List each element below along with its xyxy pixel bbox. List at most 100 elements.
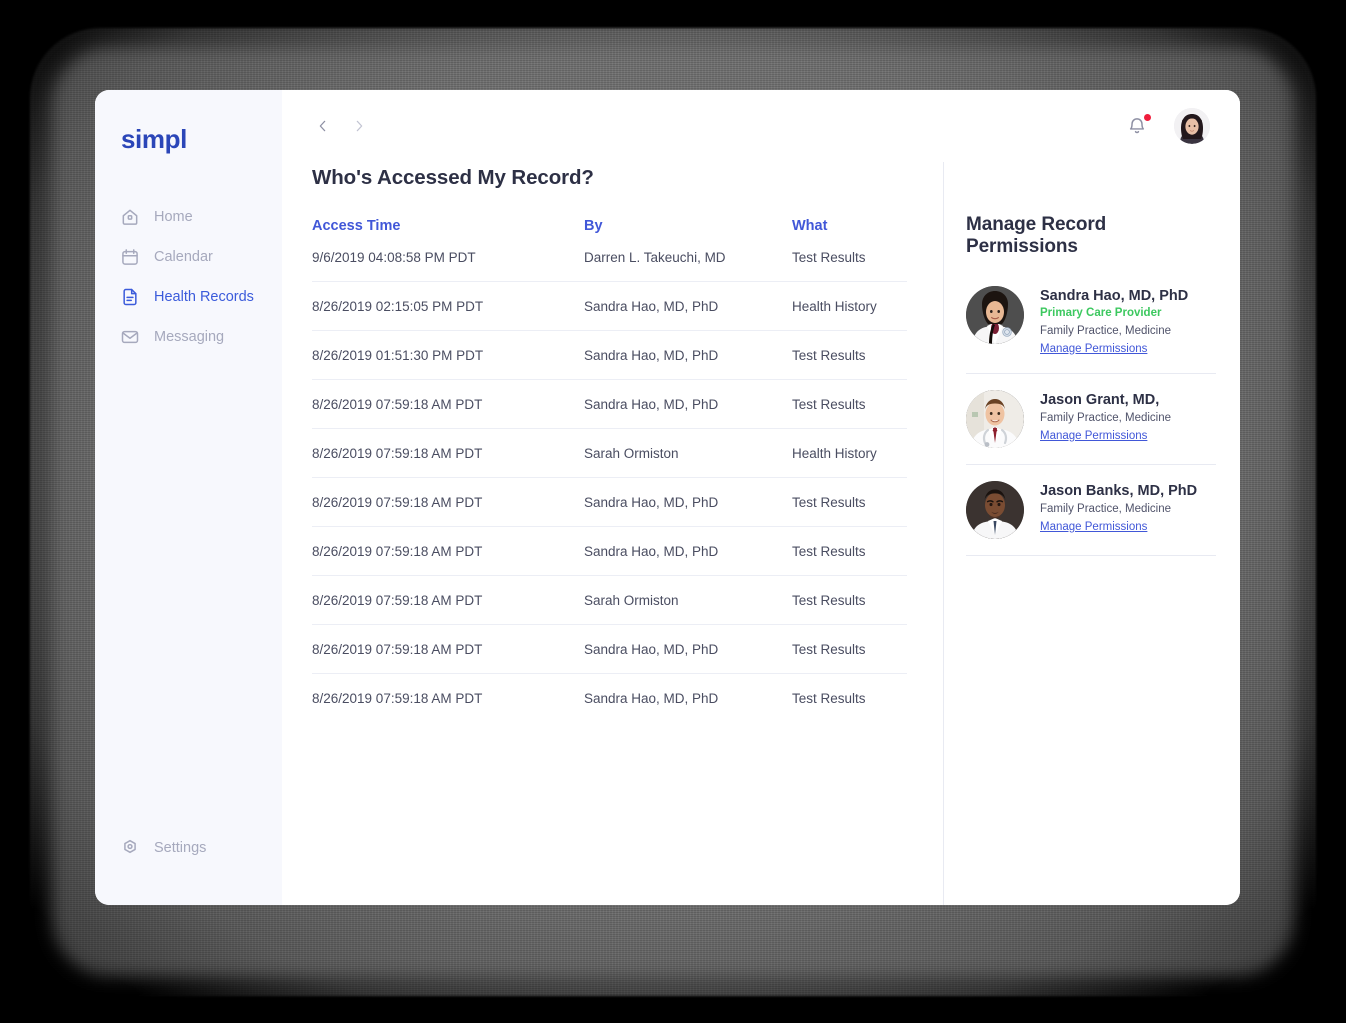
manage-permissions-link[interactable]: Manage Permissions [1040, 343, 1147, 355]
manage-permissions-link[interactable]: Manage Permissions [1040, 430, 1147, 442]
cell-access-time: 8/26/2019 07:59:18 AM PDT [312, 379, 584, 429]
cell-by: Sandra Hao, MD, PhD [584, 281, 792, 331]
provider-item: Sandra Hao, MD, PhD Primary Care Provider… [966, 270, 1216, 374]
top-bar-actions [1126, 108, 1210, 144]
cell-what: Health History [792, 428, 907, 478]
provider-item: Jason Grant, MD, Family Practice, Medicin… [966, 374, 1216, 465]
cell-access-time: 8/26/2019 07:59:18 AM PDT [312, 526, 584, 576]
table-row[interactable]: 8/26/2019 07:59:18 AM PDT Sarah Ormiston H… [312, 428, 907, 478]
cell-access-time: 8/26/2019 07:59:18 AM PDT [312, 477, 584, 527]
provider-info: Sandra Hao, MD, PhD Primary Care Provider… [1040, 286, 1188, 357]
provider-name: Jason Grant, MD, [1040, 391, 1160, 408]
provider-info: Jason Banks, MD, PhD Family Practice, Med… [1040, 481, 1197, 539]
app-window: simpl Home Calendar Health Records Messa… [95, 90, 1240, 905]
provider-name: Jason Banks, MD, PhD [1040, 482, 1198, 499]
cell-what: Test Results [792, 526, 907, 576]
sidebar-item-label: Settings [154, 840, 207, 856]
cell-access-time: 8/26/2019 07:59:18 AM PDT [312, 624, 584, 674]
table-header: Access Time By What [312, 218, 907, 250]
table-row[interactable]: 8/26/2019 07:59:18 AM PDT Sandra Hao, MD,… [312, 379, 907, 429]
provider-specialty: Family Practice, Medicine [1040, 502, 1172, 515]
table-row[interactable]: 8/26/2019 01:51:30 PM PDT Sandra Hao, MD,… [312, 330, 907, 380]
gear-icon [120, 838, 140, 858]
access-log-panel: Who's Accessed My Record? Access Time By… [282, 162, 943, 905]
envelope-icon [120, 327, 140, 347]
sidebar-item-home[interactable]: Home [95, 197, 282, 237]
table-row[interactable]: 8/26/2019 07:59:18 AM PDT Sarah Ormiston T… [312, 575, 907, 625]
sidebar: simpl Home Calendar Health Records Messa… [95, 90, 282, 905]
manage-permissions-panel: Manage Record Permissions Sandra Hao, MD… [943, 162, 1240, 905]
provider-name: Sandra Hao, MD, PhD [1040, 288, 1189, 304]
cell-by: Sarah Ormiston [584, 575, 792, 625]
notification-dot [1144, 114, 1151, 121]
sidebar-item-health-records[interactable]: Health Records [95, 277, 282, 317]
sidebar-nav: Home Calendar Health Records Messaging [95, 197, 282, 357]
provider-specialty: Family Practice, Medicine [1040, 411, 1172, 424]
sidebar-footer: Settings [95, 828, 282, 868]
sidebar-item-label: Home [154, 209, 193, 225]
sidebar-item-calendar[interactable]: Calendar [95, 237, 282, 277]
provider-info: Jason Grant, MD, Family Practice, Medicin… [1040, 390, 1171, 448]
table-body: 9/6/2019 04:08:58 PM PDT Darren L. Takeuc… [312, 250, 907, 722]
cell-by: Sandra Hao, MD, PhD [584, 477, 792, 527]
cell-by: Darren L. Takeuchi, MD [584, 250, 726, 265]
cell-by: Sandra Hao, MD, PhD [584, 526, 792, 576]
provider-item: Jason Banks, MD, PhD Family Practice, Med… [966, 465, 1216, 556]
cell-what: Test Results [792, 673, 907, 722]
cell-what: Test Results [792, 250, 866, 265]
cell-access-time: 8/26/2019 07:59:18 AM PDT [312, 575, 584, 625]
cell-access-time: 8/26/2019 07:59:18 AM PDT [312, 428, 584, 478]
column-header-by[interactable]: By [584, 218, 792, 250]
screen: simpl Home Calendar Health Records Messa… [0, 0, 1346, 1023]
provider-photo-jason-banks [966, 480, 1024, 539]
sidebar-item-settings[interactable]: Settings [95, 828, 282, 868]
sidebar-item-label: Calendar [154, 249, 213, 265]
sidebar-item-messaging[interactable]: Messaging [95, 317, 282, 357]
content-row: Who's Accessed My Record? Access Time By… [282, 162, 1240, 905]
document-icon [120, 287, 140, 307]
column-header-access-time[interactable]: Access Time [312, 218, 584, 250]
table-row[interactable]: 8/26/2019 07:59:18 AM PDT Sandra Hao, MD,… [312, 526, 907, 576]
table-row[interactable]: 8/26/2019 07:59:18 AM PDT Sandra Hao, MD,… [312, 624, 907, 674]
page-title: Who's Accessed My Record? [312, 166, 594, 189]
provider-specialty: Family Practice, Medicine [1040, 324, 1172, 337]
cell-what: Test Results [792, 477, 907, 527]
cell-by: Sandra Hao, MD, PhD [584, 673, 792, 722]
chevron-left-icon[interactable] [312, 115, 334, 137]
table-row[interactable]: 8/26/2019 02:15:05 PM PDT Sandra Hao, MD,… [312, 281, 907, 331]
cell-what: Test Results [792, 575, 907, 625]
cell-by: Sandra Hao, MD, PhD [584, 379, 792, 429]
cell-what: Test Results [792, 624, 907, 674]
cell-access-time: 8/26/2019 01:51:30 PM PDT [312, 330, 584, 380]
table-row[interactable]: 8/26/2019 07:59:18 AM PDT Sandra Hao, MD,… [312, 673, 907, 722]
table-header-row: Access Time By What [312, 218, 907, 250]
avatar[interactable] [1174, 108, 1210, 144]
cell-by: Sandra Hao, MD, PhD [584, 624, 792, 674]
cell-access-time: 8/26/2019 02:15:05 PM PDT [312, 281, 584, 331]
provider-role-badge: Primary Care Provider [1040, 307, 1162, 320]
table-row[interactable]: 9/6/2019 04:08:58 PM PDT Darren L. Takeuc… [312, 250, 907, 282]
provider-list: Sandra Hao, MD, PhD Primary Care Provider… [966, 270, 1216, 556]
cell-by: Sandra Hao, MD, PhD [584, 330, 792, 380]
bell-icon[interactable] [1126, 114, 1151, 138]
cell-by: Sarah Ormiston [584, 428, 792, 478]
permissions-title: Manage Record Permissions [966, 214, 1107, 257]
table-row[interactable]: 8/26/2019 07:59:18 AM PDT Sandra Hao, MD,… [312, 477, 907, 527]
cell-what: Health History [792, 281, 907, 331]
home-icon [120, 207, 140, 227]
sidebar-item-label: Health Records [154, 289, 254, 305]
cell-what: Test Results [792, 379, 907, 429]
manage-permissions-link[interactable]: Manage Permissions [1040, 521, 1147, 533]
access-log-table: Access Time By What 9/6/2019 04:08:58 PM… [312, 218, 907, 722]
cell-what: Test Results [792, 330, 907, 380]
app-logo[interactable]: simpl [95, 90, 282, 155]
history-nav [312, 115, 370, 137]
provider-photo-jason-grant [966, 389, 1024, 448]
column-header-what[interactable]: What [792, 218, 907, 250]
sidebar-item-label: Messaging [154, 329, 225, 345]
chevron-right-icon[interactable] [348, 115, 370, 137]
provider-photo-sandra-hao [966, 286, 1024, 344]
main-area: Who's Accessed My Record? Access Time By… [282, 90, 1240, 905]
top-bar [282, 90, 1240, 162]
cell-access-time: 8/26/2019 07:59:18 AM PDT [312, 673, 584, 722]
